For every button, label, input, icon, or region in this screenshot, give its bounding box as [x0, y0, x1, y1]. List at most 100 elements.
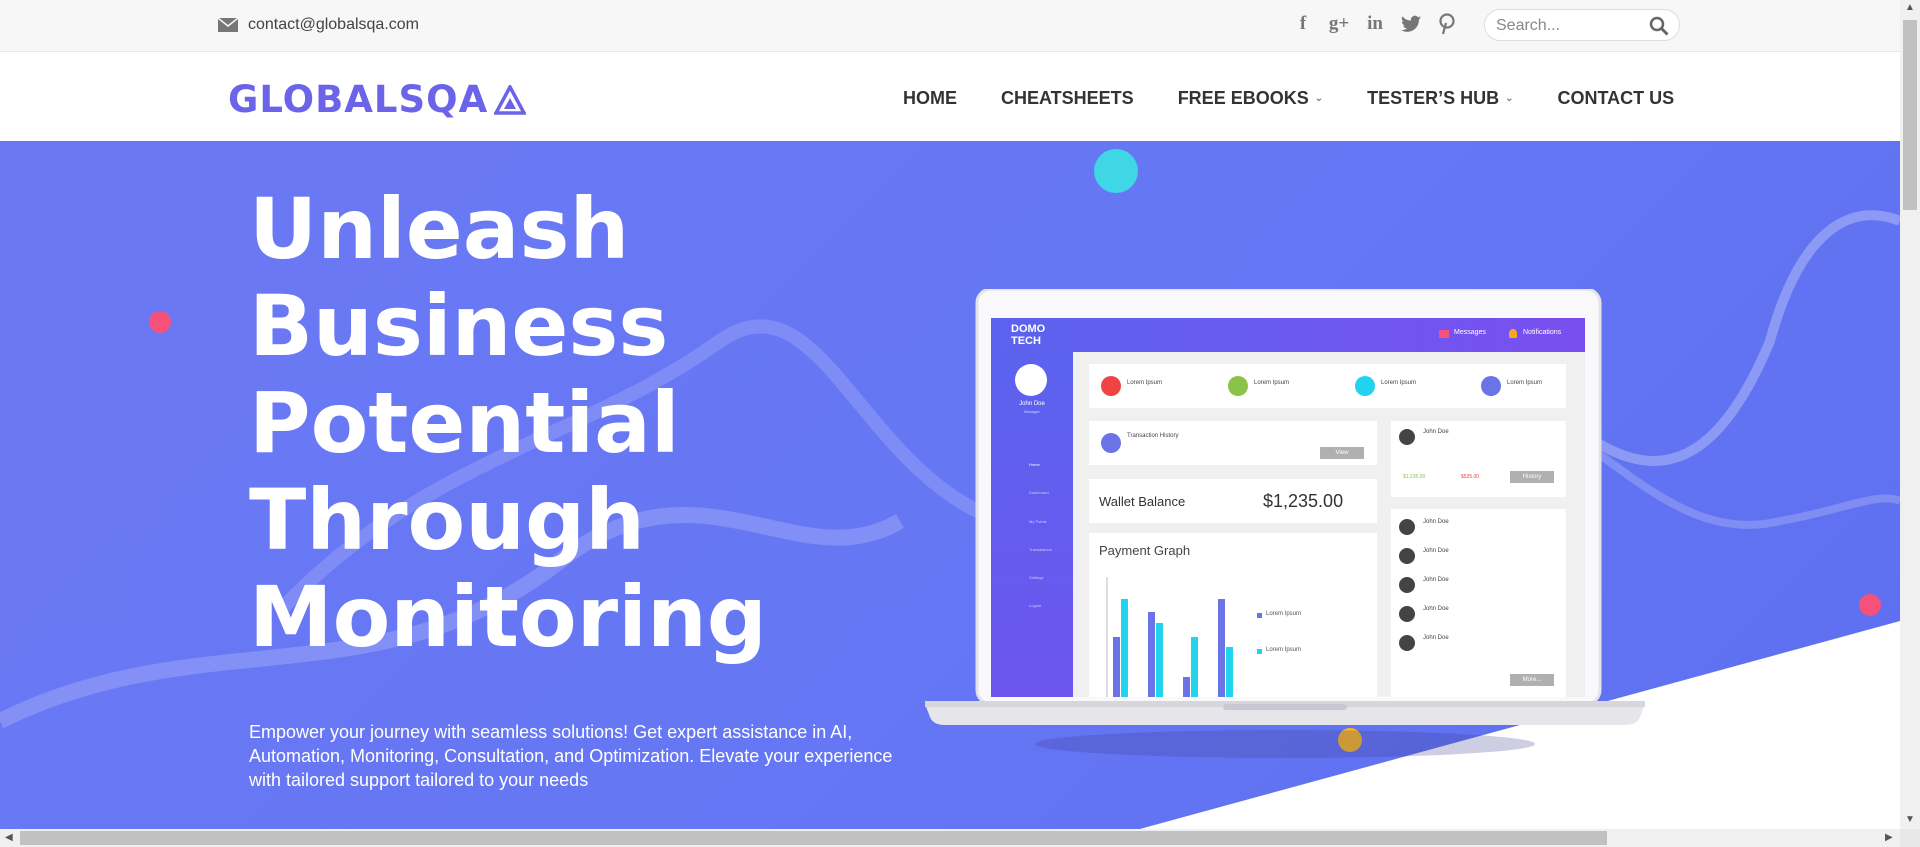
headline-line: Unleash: [249, 180, 630, 278]
nav-cheatsheets[interactable]: CHEATSHEETS: [1001, 88, 1134, 109]
stats-card: Lorem Ipsum Lorem Ipsum Lorem Ipsum Lore…: [1089, 364, 1566, 408]
dashboard-brand: DOMO TECH: [1011, 323, 1046, 347]
user-role: Manager: [1024, 409, 1040, 414]
scrollbar-corner: [1900, 829, 1920, 847]
twitter-icon[interactable]: [1400, 12, 1422, 36]
vertical-scrollbar[interactable]: ▲ ▼: [1900, 0, 1920, 829]
history-button: History: [1510, 471, 1554, 483]
legend-label: Lorem Ipsum: [1266, 647, 1302, 653]
legend-swatch: [1257, 649, 1262, 654]
contact-name: John Doe: [1423, 577, 1449, 583]
messages-label: Messages: [1454, 329, 1486, 336]
history-card: John Doe $1,235.00 $535.00 History: [1391, 421, 1566, 497]
history-amount-down: $535.00: [1461, 474, 1480, 480]
scroll-up-icon[interactable]: ▲: [1905, 2, 1915, 13]
headline-line: Through: [249, 471, 645, 569]
stat-label: Lorem Ipsum: [1381, 380, 1417, 386]
hero-section: Unleash Business Potential Through Monit…: [0, 141, 1900, 829]
stat-label: Lorem Ipsum: [1254, 380, 1290, 386]
dashboard-screen: DOMO TECH Messages Notifications John Do…: [991, 318, 1585, 697]
main-nav: HOME CHEATSHEETS FREE EBOOKS ⌄ TESTER’S H…: [903, 88, 1674, 109]
scroll-down-icon[interactable]: ▼: [1905, 814, 1915, 825]
logo-text: GLOBALSQA: [228, 78, 489, 121]
main-header: GLOBALSQA HOME CHEATSHEETS FREE EBOOKS ⌄ …: [0, 52, 1900, 142]
notifications-label: Notifications: [1523, 329, 1562, 336]
horizontal-scroll-thumb[interactable]: [20, 831, 1607, 845]
legend-label: Lorem Ipsum: [1266, 611, 1302, 617]
logo-triangle-icon: [494, 84, 527, 115]
contacts-card: John Doe John Doe John Doe John Doe John…: [1391, 509, 1566, 697]
site-logo[interactable]: GLOBALSQA: [228, 78, 527, 121]
vertical-scroll-thumb[interactable]: [1903, 20, 1917, 210]
horizontal-scrollbar[interactable]: ◀ ▶: [0, 829, 1900, 847]
contact-avatar: [1399, 635, 1415, 651]
sidebar-menu-home: Home: [1029, 462, 1040, 467]
wallet-card: Wallet Balance $1,235.00: [1089, 479, 1377, 523]
contact-name: John Doe: [1423, 635, 1449, 641]
more-button: More...: [1510, 674, 1554, 686]
view-button: View: [1320, 447, 1364, 459]
sidebar-menu-settings: Settings: [1029, 575, 1044, 580]
stat-dot: [1355, 376, 1375, 396]
stat-label: Lorem Ipsum: [1507, 380, 1543, 386]
sidebar-menu-transactions: Transactions: [1029, 547, 1052, 552]
hero-headline: Unleash Business Potential Through Monit…: [249, 181, 949, 666]
google-plus-icon[interactable]: g+: [1328, 12, 1350, 36]
transaction-card: Transaction History View: [1089, 421, 1377, 465]
decorative-dot: [149, 311, 171, 333]
scroll-right-icon[interactable]: ▶: [1885, 832, 1893, 843]
sidebar-menu-dashboard: Dashboard: [1029, 490, 1049, 495]
dashboard-sidebar: John Doe Manager Home Dashboard My Point…: [991, 352, 1073, 697]
nav-testers-hub[interactable]: TESTER’S HUB ⌄: [1367, 88, 1513, 109]
contact-avatar: [1399, 548, 1415, 564]
headline-line: Monitoring: [249, 568, 767, 666]
wallet-value: $1,235.00: [1263, 491, 1344, 511]
search-box: [1484, 9, 1680, 41]
dashboard-header: DOMO TECH Messages Notifications: [991, 318, 1585, 352]
envelope-icon: [218, 18, 238, 32]
legend-swatch: [1257, 613, 1262, 618]
bell-icon: [1509, 329, 1517, 338]
facebook-icon[interactable]: f: [1292, 12, 1314, 36]
user-name: John Doe: [1019, 401, 1045, 407]
graph-title: Payment Graph: [1099, 543, 1191, 558]
transaction-title: Transaction History: [1127, 433, 1179, 439]
nav-home[interactable]: HOME: [903, 88, 957, 109]
sidebar-menu-points: My Points: [1029, 519, 1047, 524]
contact-email-text[interactable]: contact@globalsqa.com: [248, 16, 419, 34]
wallet-label: Wallet Balance: [1099, 494, 1186, 509]
search-icon[interactable]: [1649, 16, 1669, 36]
sidebar-menu-logout: Logout: [1029, 603, 1042, 608]
contact-name: John Doe: [1423, 606, 1449, 612]
mail-icon: [1439, 330, 1449, 338]
nav-contact-us[interactable]: CONTACT US: [1558, 88, 1675, 109]
linkedin-icon[interactable]: in: [1364, 12, 1386, 36]
payment-graph-card: Payment Graph Lorem Ipsum Lorem Ipsum: [1089, 533, 1377, 697]
stat-dot: [1481, 376, 1501, 396]
transaction-dot: [1101, 433, 1121, 453]
history-name: John Doe: [1423, 429, 1449, 435]
payment-bar-graph: [1106, 577, 1233, 697]
contact-name: John Doe: [1423, 519, 1449, 525]
search-input[interactable]: [1494, 16, 1648, 36]
social-links: f g+ in: [1292, 12, 1458, 36]
chevron-down-icon: ⌄: [1314, 93, 1324, 104]
avatar: [1015, 364, 1047, 396]
nav-free-ebooks[interactable]: FREE EBOOKS ⌄: [1178, 88, 1323, 109]
contact-avatar: [1399, 606, 1415, 622]
contact-avatar: [1399, 519, 1415, 535]
history-amount-up: $1,235.00: [1403, 474, 1426, 480]
contact-email[interactable]: contact@globalsqa.com: [218, 16, 419, 34]
stat-dot: [1228, 376, 1248, 396]
stat-label: Lorem Ipsum: [1127, 380, 1163, 386]
history-avatar: [1399, 429, 1415, 445]
contact-avatar: [1399, 577, 1415, 593]
pinterest-icon[interactable]: [1436, 12, 1458, 36]
scroll-left-icon[interactable]: ◀: [5, 832, 13, 843]
contact-name: John Doe: [1423, 548, 1449, 554]
decorative-dot: [1859, 594, 1881, 616]
stat-dot: [1101, 376, 1121, 396]
chevron-down-icon: ⌄: [1505, 93, 1514, 104]
headline-line: Potential: [249, 374, 680, 472]
decorative-dot: [1094, 149, 1138, 193]
